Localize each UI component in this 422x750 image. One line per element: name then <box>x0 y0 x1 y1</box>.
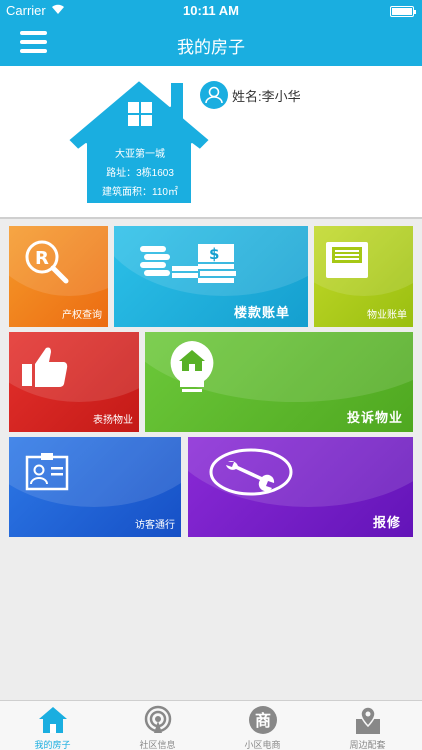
status-bar: Carrier 10:11 AM <box>0 0 422 22</box>
svg-text:商: 商 <box>255 711 271 730</box>
tile-visitor-label: 访客通行 <box>135 520 175 531</box>
top-bar: Carrier 10:11 AM 我的房子 <box>0 0 422 66</box>
svg-text:R: R <box>35 248 49 269</box>
tab-my-house[interactable]: 我的房子 <box>0 701 105 750</box>
community-name: 大亚第一城 <box>115 149 165 160</box>
tile-payment-bill-label: 楼款账单 <box>233 305 290 320</box>
tile-complaint[interactable]: 投诉物业 <box>145 332 413 432</box>
thumbs-up-icon <box>22 347 68 387</box>
tab-nearby-label: 周边配套 <box>349 740 386 750</box>
house-bulb-icon <box>170 341 214 392</box>
tab-shop-label: 小区电商 <box>244 740 281 750</box>
tile-complaint-label: 投诉物业 <box>346 410 403 425</box>
money-icon: $ <box>140 244 236 283</box>
tab-my-house-label: 我的房子 <box>34 740 71 750</box>
tab-nearby[interactable]: 周边配套 <box>315 701 420 750</box>
house-info-panel: 大亚第一城 路址：3栋1603 建筑面积：110㎡ 姓名:李小华 <box>0 66 422 219</box>
tile-property-bill[interactable]: 物业账单 <box>314 226 413 327</box>
owner-name: 姓名:李小华 <box>232 89 301 104</box>
tile-visitor[interactable]: 访客通行 <box>9 437 181 537</box>
tile-repair[interactable]: 报修 <box>188 437 413 537</box>
id-card-icon <box>25 453 69 491</box>
avatar[interactable] <box>200 81 228 109</box>
tile-property-query-label: 产权查询 <box>62 310 102 321</box>
wrench-icon <box>209 448 293 496</box>
tab-community-info-label: 社区信息 <box>139 740 176 750</box>
battery-icon <box>390 6 416 17</box>
search-certificate-icon: R <box>25 240 69 284</box>
tile-praise[interactable]: 表扬物业 <box>9 332 139 432</box>
svg-text:$: $ <box>209 245 219 263</box>
tile-property-query[interactable]: R 产权查询 <box>9 226 108 327</box>
tile-property-bill-label: 物业账单 <box>367 310 407 321</box>
user-icon <box>205 86 223 104</box>
tab-community-info[interactable]: 社区信息 <box>105 701 210 750</box>
page-title: 我的房子 <box>177 38 245 57</box>
tile-payment-bill[interactable]: $ 楼款账单 <box>114 226 308 327</box>
shop-icon: 商 <box>249 706 277 734</box>
tab-shop[interactable]: 商 小区电商 <box>210 701 315 750</box>
tile-repair-label: 报修 <box>372 515 401 530</box>
building-area: 建筑面积：110㎡ <box>102 187 178 198</box>
tab-bar: 我的房子 社区信息 商 小区电商 周边配套 <box>0 700 422 750</box>
bill-printer-icon <box>326 242 368 278</box>
clock: 10:11 AM <box>183 3 239 18</box>
map-pin-icon <box>356 706 380 734</box>
tile-praise-label: 表扬物业 <box>93 415 133 426</box>
house-icon <box>39 707 67 733</box>
broadcast-icon <box>144 705 172 733</box>
house-address: 路址：3栋1603 <box>106 168 174 179</box>
